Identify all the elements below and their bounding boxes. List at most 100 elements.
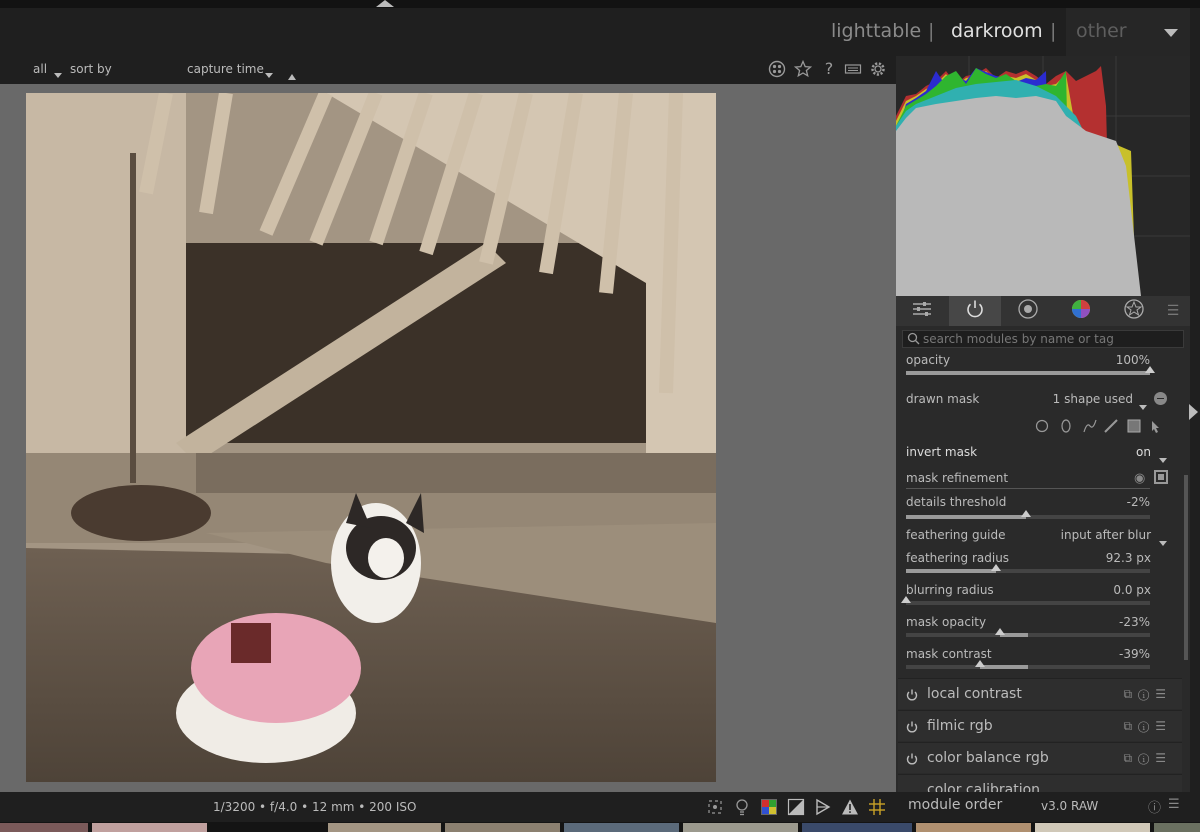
opacity-label: opacity (906, 353, 951, 367)
sort-by-label: sort by (70, 62, 112, 76)
filmstrip-filter-toolbar (0, 56, 896, 84)
raw-overexposed-icon[interactable] (841, 798, 859, 820)
guides-icon[interactable] (868, 798, 886, 820)
module-filmic-rgb[interactable]: filmic rgb ⧉ⓘ☰ (898, 710, 1182, 741)
feathering-radius-value: 92.3 px (1105, 551, 1151, 565)
presets-menu-icon[interactable]: ☰ (1158, 296, 1188, 326)
show-mask-icon[interactable] (1154, 470, 1168, 484)
mask-refinement-label: mask refinement (906, 471, 1009, 485)
edited-photo[interactable] (26, 93, 716, 782)
bottom-toolbar (0, 792, 1200, 820)
module-order-value[interactable]: v3.0 RAW (1041, 799, 1098, 813)
feathering-guide-label: feathering guide (906, 528, 1006, 542)
sort-field-dropdown[interactable]: capture time (187, 62, 264, 76)
search-icon (907, 332, 920, 349)
gear-icon[interactable] (869, 60, 887, 78)
view-lighttable-link[interactable]: lighttable (831, 20, 921, 42)
chevron-down-icon (1159, 448, 1167, 467)
module-actions[interactable]: ⧉ⓘ☰ (1123, 719, 1172, 734)
info-icon[interactable]: ⓘ (1148, 797, 1161, 816)
focus-peaking-icon[interactable] (706, 798, 724, 820)
power-icon[interactable] (905, 751, 919, 770)
view-other-dropdown[interactable]: other (1066, 8, 1190, 58)
chevron-down-icon (1159, 531, 1167, 550)
presets-menu-icon[interactable]: ☰ (1168, 797, 1180, 812)
view-separator: | (928, 20, 935, 42)
feathering-radius-slider[interactable] (906, 564, 1150, 573)
module-search-input[interactable]: search modules by name or tag (902, 330, 1184, 348)
power-icon (964, 298, 986, 324)
remove-mask-icon[interactable] (1154, 392, 1167, 405)
filmstrip-thumbnail[interactable] (445, 823, 560, 832)
blurring-radius-value: 0.0 px (1113, 583, 1151, 597)
module-color-calibration[interactable]: color calibration (898, 774, 1182, 792)
power-icon[interactable] (905, 687, 919, 706)
view-other-label: other (1076, 20, 1127, 42)
filmstrip-thumbnail[interactable] (0, 823, 88, 832)
module-label: color balance rgb (927, 750, 1049, 766)
chevron-down-icon (54, 63, 62, 82)
collapse-top-panel-arrow-icon[interactable] (376, 0, 394, 7)
tab-effects[interactable] (1108, 296, 1160, 326)
color-assessment-icon[interactable] (733, 798, 751, 820)
softproof-icon[interactable] (760, 798, 778, 820)
module-group-tabs: ☰ (896, 296, 1190, 326)
star-icon[interactable] (793, 59, 813, 78)
mask-opacity-value: -23% (1118, 615, 1150, 629)
filmstrip-thumbnail[interactable] (328, 823, 441, 832)
eye-icon[interactable]: ◉ (1134, 471, 1145, 486)
collapse-right-panel-arrow-icon[interactable] (1189, 404, 1198, 420)
module-actions[interactable]: ⧉ⓘ☰ (1123, 687, 1172, 702)
filmstrip-thumbnail[interactable] (92, 823, 207, 832)
gamut-check-icon[interactable] (787, 798, 805, 820)
tab-active-modules[interactable] (896, 296, 948, 326)
module-label: color calibration (927, 782, 1041, 792)
right-panel-scrollbar[interactable] (1184, 475, 1188, 660)
details-threshold-value: -2% (1126, 495, 1150, 509)
bottom-icon-row (706, 798, 886, 816)
filmstrip-thumbnail[interactable] (683, 823, 798, 832)
filmstrip-thumbnail[interactable] (1035, 823, 1150, 832)
blurring-radius-slider[interactable] (901, 596, 1150, 605)
filmstrip-thumbnail[interactable] (564, 823, 679, 832)
histogram[interactable] (896, 56, 1190, 296)
mask-opacity-slider[interactable] (906, 628, 1150, 637)
feathering-guide-value[interactable]: input after blur (1061, 528, 1151, 542)
chevron-down-icon (1139, 395, 1147, 414)
feathering-radius-label: feathering radius (906, 551, 1010, 565)
top-panel-collapse-strip (0, 0, 1200, 8)
invert-mask-value[interactable]: on (1136, 445, 1151, 459)
blurring-radius-label: blurring radius (906, 583, 994, 597)
module-order-label: module order (908, 797, 1003, 813)
drawn-mask-value[interactable]: 1 shape used (1053, 392, 1133, 406)
power-icon[interactable] (905, 719, 919, 738)
details-threshold-slider[interactable] (906, 510, 1150, 519)
tab-base-modules[interactable] (1002, 296, 1054, 326)
filmstrip-thumbnail[interactable] (1154, 823, 1200, 832)
gradient-shape-icon (1127, 419, 1141, 433)
mask-contrast-value: -39% (1118, 647, 1150, 661)
drawn-mask-label: drawn mask (906, 392, 980, 406)
filmstrip-thumbnail[interactable] (802, 823, 912, 832)
filmstrip-thumbnail[interactable] (916, 823, 1031, 832)
module-color-balance-rgb[interactable]: color balance rgb ⧉ⓘ☰ (898, 742, 1182, 773)
path-shape-icon (1083, 419, 1097, 433)
view-darkroom-link[interactable]: darkroom (951, 20, 1043, 42)
help-icon[interactable]: ? (820, 60, 838, 78)
effects-icon (1123, 298, 1145, 324)
module-local-contrast[interactable]: local contrast ⧉ⓘ☰ (898, 678, 1182, 709)
image-info-line: 1/3200 • f/4.0 • 12 mm • 200 ISO (213, 800, 417, 814)
tab-color[interactable] (1055, 296, 1107, 326)
keyboard-icon[interactable] (844, 60, 862, 78)
brush-shape-icon (1104, 419, 1118, 433)
module-actions[interactable]: ⧉ⓘ☰ (1123, 751, 1172, 766)
filter-dropdown[interactable]: all (33, 62, 47, 76)
sort-order-ascending-icon[interactable] (288, 65, 296, 84)
tab-power[interactable] (949, 296, 1001, 326)
grouping-icon[interactable] (768, 60, 786, 78)
opacity-slider[interactable] (906, 366, 1155, 375)
details-threshold-label: details threshold (906, 495, 1007, 509)
mask-contrast-slider[interactable] (906, 660, 1150, 669)
module-label: filmic rgb (927, 718, 993, 734)
overexposed-icon[interactable] (814, 798, 832, 820)
